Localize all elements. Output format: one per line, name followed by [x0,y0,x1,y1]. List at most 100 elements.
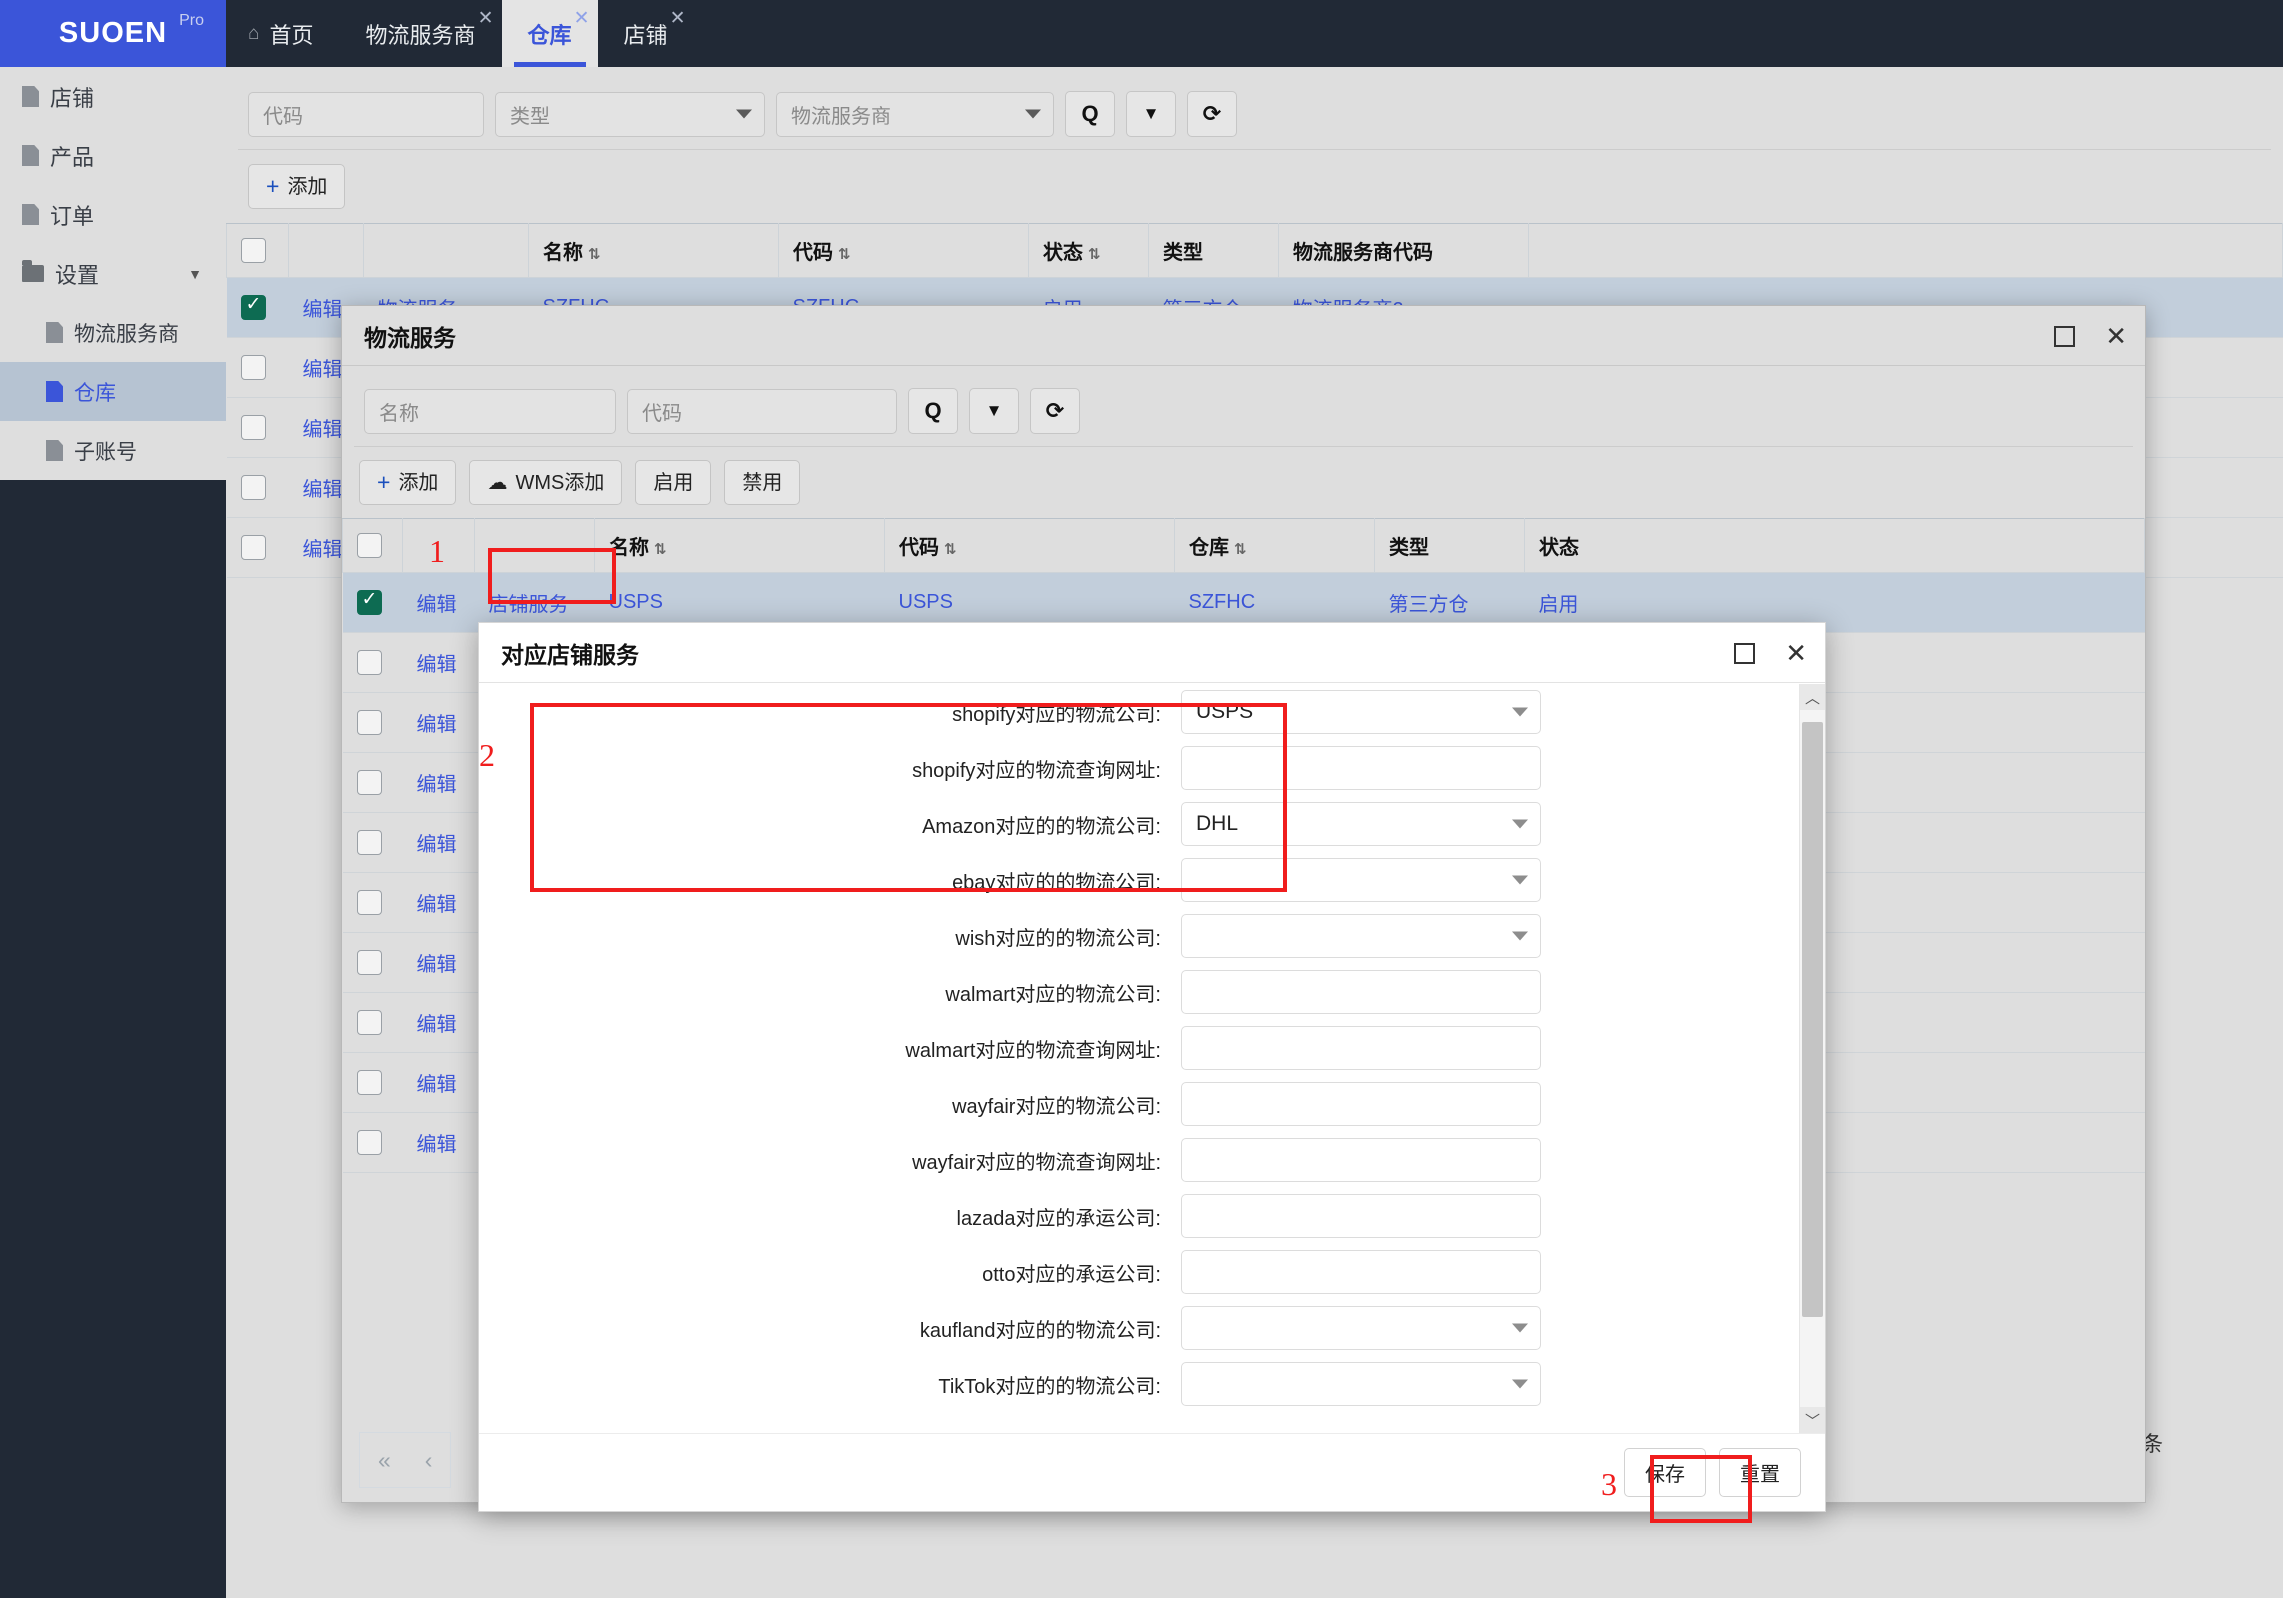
maximize-icon[interactable] [2054,325,2076,347]
edit-link[interactable]: 编辑 [417,894,457,916]
action-link[interactable]: 店铺服务 [489,594,569,616]
sort-icon[interactable]: ⇅ [1234,541,1247,558]
column-header-4[interactable]: 代码 ⇅ [778,223,1029,278]
sidebar-item-2[interactable]: 订单 [0,185,226,244]
row-checkbox[interactable] [356,950,382,975]
type-select[interactable]: 类型 [495,91,765,137]
edit-link[interactable]: 编辑 [417,1134,457,1156]
sort-icon[interactable]: ⇅ [1088,246,1101,263]
input-9[interactable] [1181,1194,1541,1238]
sidebar-item-0[interactable]: 店铺 [0,67,226,126]
filter-icon[interactable]: ▼ [1126,91,1176,137]
row-checkbox[interactable] [240,415,266,440]
column-header-5[interactable]: 状态 ⇅ [1028,223,1149,278]
sidebar-item-5[interactable]: 仓库 [0,362,226,421]
edit-link[interactable]: 编辑 [303,359,343,381]
tab-close-icon[interactable]: ✕ [574,7,590,30]
refresh-icon[interactable]: ⟳ [1187,91,1237,137]
scroll-up-icon[interactable]: ︿ [1800,684,1825,710]
type-link[interactable]: 第三方仓 [1389,594,1469,616]
tab-close-icon[interactable]: ✕ [478,7,494,30]
input-5[interactable] [1181,970,1541,1014]
select-0[interactable]: USPS [1181,690,1541,734]
input-1[interactable] [1181,746,1541,790]
edit-link[interactable]: 编辑 [417,774,457,796]
row-checkbox[interactable] [356,1130,382,1155]
edit-link[interactable]: 编辑 [417,1074,457,1096]
add-button[interactable]: + 添加 [248,164,346,209]
name-link[interactable]: USPS [609,591,663,613]
reset-button[interactable]: 重置 [1719,1448,1801,1497]
disable-button[interactable]: 禁用 [724,460,801,505]
input-6[interactable] [1181,1026,1541,1070]
tab-0[interactable]: ⌂ 首页 [226,0,340,67]
edit-link[interactable]: 编辑 [417,594,457,616]
edit-link[interactable]: 编辑 [417,954,457,976]
select-12[interactable] [1181,1362,1541,1406]
select-all-checkbox[interactable] [357,533,382,558]
close-icon[interactable]: ✕ [1785,640,1807,666]
maximize-icon[interactable] [1734,642,1756,664]
scroll-down-icon[interactable]: ﹀ [1800,1407,1825,1433]
code-search-input[interactable]: 代码 [248,91,484,137]
sort-icon[interactable]: ⇅ [838,246,851,263]
edit-link[interactable]: 编辑 [303,539,343,561]
sort-icon[interactable]: ⇅ [588,246,601,263]
close-icon[interactable]: ✕ [2105,323,2127,349]
row-checkbox[interactable] [240,535,266,560]
refresh-icon[interactable]: ⟳ [1030,388,1080,434]
column-header-3[interactable]: 名称 ⇅ [594,518,885,573]
sort-icon[interactable]: ⇅ [654,541,667,558]
select-11[interactable] [1181,1306,1541,1350]
code-link[interactable]: USPS [899,591,953,613]
provider-select[interactable]: 物流服务商 [776,91,1054,137]
sidebar-item-1[interactable]: 产品 [0,126,226,185]
column-header-4[interactable]: 代码 ⇅ [884,518,1175,573]
enable-button[interactable]: 启用 [635,460,712,505]
search-icon[interactable]: Q [1065,91,1115,137]
row-checkbox[interactable] [356,710,382,735]
input-7[interactable] [1181,1082,1541,1126]
wms-add-button[interactable]: ☁ WMS添加 [469,460,623,505]
edit-link[interactable]: 编辑 [417,834,457,856]
sort-icon[interactable]: ⇅ [944,541,957,558]
tab-2[interactable]: 仓库 ✕ [501,0,598,67]
row-checkbox[interactable] [240,293,266,320]
status-link[interactable]: 启用 [1539,594,1579,616]
tab-close-icon[interactable]: ✕ [670,7,686,30]
column-header-3[interactable]: 名称 ⇅ [528,223,779,278]
select-all-checkbox[interactable] [241,238,266,263]
logistics-name-input[interactable]: 名称 [364,388,616,434]
row-checkbox[interactable] [356,1070,382,1095]
edit-link[interactable]: 编辑 [303,419,343,441]
row-checkbox[interactable] [356,588,382,615]
row-checkbox[interactable] [240,355,266,380]
logistics-code-input[interactable]: 代码 [627,388,897,434]
row-checkbox[interactable] [356,1010,382,1035]
scrollbar-thumb[interactable] [1802,722,1823,1317]
select-4[interactable] [1181,914,1541,958]
edit-link[interactable]: 编辑 [417,654,457,676]
row-checkbox[interactable] [356,830,382,855]
sidebar-item-6[interactable]: 子账号 [0,421,226,480]
filter-icon[interactable]: ▼ [969,388,1019,434]
input-10[interactable] [1181,1250,1541,1294]
edit-link[interactable]: 编辑 [417,1014,457,1036]
column-header-5[interactable]: 仓库 ⇅ [1174,518,1375,573]
row-checkbox[interactable] [356,770,382,795]
tab-1[interactable]: 物流服务商 ✕ [340,0,502,67]
row-checkbox[interactable] [356,890,382,915]
input-8[interactable] [1181,1138,1541,1182]
warehouse-link[interactable]: SZFHC [1189,591,1256,613]
logistics-add-button[interactable]: + 添加 [359,460,457,505]
sidebar-item-3[interactable]: 设置 ▼ [0,244,226,303]
form-scrollbar[interactable]: ︿ ﹀ [1799,684,1825,1433]
edit-link[interactable]: 编辑 [303,479,343,501]
edit-link[interactable]: 编辑 [303,299,343,321]
row-checkbox[interactable] [356,650,382,675]
pager-first-button[interactable]: « [378,1447,391,1474]
pager-prev-button[interactable]: ‹ [425,1447,433,1474]
select-2[interactable]: DHL [1181,802,1541,846]
save-button[interactable]: 保存 [1624,1448,1706,1497]
edit-link[interactable]: 编辑 [417,714,457,736]
